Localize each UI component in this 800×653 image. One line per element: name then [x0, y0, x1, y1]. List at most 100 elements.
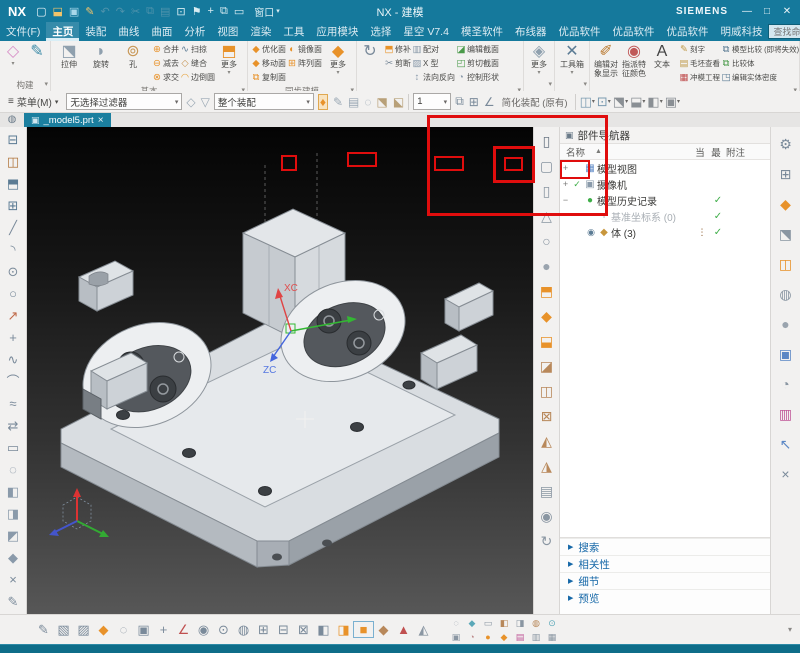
- subtract-feature-icon[interactable]: ⊟: [274, 622, 293, 638]
- point-line-icon[interactable]: ↗: [8, 305, 19, 327]
- tab-router[interactable]: 布线器: [509, 22, 553, 41]
- cylinder-tool-icon[interactable]: ▯: [543, 129, 551, 154]
- edit-object-display-button[interactable]: ✐ 编辑对象显示: [592, 42, 620, 78]
- show-hide-tool-icon[interactable]: ◉: [540, 504, 552, 529]
- column-note[interactable]: 附注: [724, 145, 770, 159]
- view-section-icon[interactable]: ▣: [134, 622, 153, 638]
- pattern-geometry-icon[interactable]: ▧: [54, 622, 73, 638]
- bridge-curve-icon[interactable]: ⌒: [6, 371, 19, 393]
- menu-button[interactable]: ≡ 菜单(M) ▾: [4, 93, 62, 110]
- cube-select2-icon[interactable]: ⬕: [393, 95, 404, 109]
- split-body-tool-icon[interactable]: ◫: [540, 379, 553, 404]
- orient-body-icon[interactable]: ◨: [334, 622, 353, 638]
- tree-row-model-views[interactable]: + ▦ 模型视图: [560, 160, 770, 176]
- cut-icon[interactable]: ✂: [131, 5, 140, 18]
- pattern-component-icon[interactable]: ⬒: [7, 173, 19, 195]
- new-file-icon[interactable]: ▢: [36, 5, 46, 18]
- mini-tool-1-icon[interactable]: ◌: [448, 616, 464, 630]
- expander-icon[interactable]: −: [560, 195, 571, 205]
- blank-view-button[interactable]: ▤ 毛坯查看: [678, 56, 720, 70]
- mini-tool-14-icon[interactable]: ▦: [544, 630, 560, 644]
- save-tool-icon[interactable]: ▤: [540, 479, 553, 504]
- command-assistant-icon[interactable]: ⚑: [192, 5, 202, 18]
- selection-scope-combo[interactable]: 整个装配 ▾: [214, 93, 314, 110]
- edge-blend-button[interactable]: ◠ 边倒圆: [179, 70, 215, 84]
- column-current[interactable]: 当: [692, 145, 708, 159]
- copy-icon[interactable]: ⧉: [146, 5, 154, 18]
- sweep-button[interactable]: ∿ 扫掠: [179, 42, 215, 56]
- ball-icon[interactable]: ●: [781, 309, 789, 339]
- pair-button[interactable]: ▥ 配对: [411, 42, 455, 56]
- pattern-face-button[interactable]: ⊞ 阵列面: [286, 56, 322, 70]
- tree-row-body[interactable]: ◉ ◆ 体 (3) ⋮ ✓: [560, 224, 770, 240]
- tab-xingkong[interactable]: 星空 V7.4: [397, 22, 455, 41]
- tab-youpin-1[interactable]: 优品软件: [552, 22, 606, 41]
- window-menu[interactable]: 窗口 ▾: [254, 4, 280, 19]
- assembly-icon[interactable]: ⊞: [780, 159, 792, 189]
- spline-icon[interactable]: ∿: [8, 349, 19, 371]
- mini-tool-3-icon[interactable]: ▭: [480, 616, 496, 630]
- touch-mode-icon[interactable]: +: [208, 5, 214, 17]
- active-selection-icon[interactable]: ■: [354, 622, 373, 637]
- edit-sketch-icon[interactable]: ✎: [34, 622, 53, 638]
- text-button[interactable]: A 文本: [648, 42, 676, 78]
- trim-body-tool-icon[interactable]: ◪: [540, 354, 553, 379]
- dialog-launcher-icon[interactable]: ▾: [548, 79, 552, 91]
- angle-snap-icon[interactable]: ∠: [484, 95, 495, 109]
- hole-button[interactable]: ⊚ 孔: [117, 42, 149, 70]
- save-icon[interactable]: ▣: [69, 5, 79, 18]
- intersect-button[interactable]: ⊗ 求交: [151, 70, 179, 84]
- settings-gear-icon[interactable]: ⚙: [779, 129, 792, 159]
- offset-curve-icon[interactable]: ≈: [9, 393, 16, 415]
- resource-icon[interactable]: ◍: [0, 113, 24, 127]
- snapshot-icon[interactable]: ▣ ▾: [665, 94, 680, 110]
- boolean-icon[interactable]: ◆: [94, 622, 113, 638]
- assembly-constraint-icon[interactable]: ◫: [7, 151, 19, 173]
- draft-analysis-icon[interactable]: ▲: [394, 622, 413, 637]
- add-component-icon[interactable]: ◆: [780, 189, 791, 219]
- subtract-tool-icon[interactable]: ◆: [541, 304, 552, 329]
- tab-youpin-3[interactable]: 优品软件: [660, 22, 714, 41]
- edit-section-button[interactable]: ◪ 编辑截面: [455, 42, 499, 56]
- control-shape-button[interactable]: ◔ 控制形状: [455, 70, 499, 84]
- mini-tool-2-icon[interactable]: ◆: [464, 616, 480, 630]
- interpolate-icon[interactable]: ✎: [333, 95, 343, 109]
- feature-gem-icon[interactable]: ◆: [374, 622, 393, 638]
- cad-model[interactable]: XC ZC: [27, 127, 533, 614]
- sketch-region-button[interactable]: ◇ ▾: [2, 42, 24, 67]
- compare-body-button[interactable]: ⧉ 比较体: [720, 56, 799, 70]
- ellipse-icon[interactable]: ○: [9, 283, 17, 305]
- circle-icon[interactable]: ⊙: [8, 261, 19, 283]
- cone-tool-icon[interactable]: △: [541, 204, 552, 229]
- toolbox2-icon[interactable]: ×: [781, 459, 789, 489]
- toolbox-button[interactable]: ✕ 工具箱 ▾: [557, 42, 587, 76]
- filter-funnel-icon[interactable]: ▽: [201, 95, 210, 109]
- tab-analysis[interactable]: 分析: [178, 22, 211, 41]
- datum-plane-icon[interactable]: ⊞: [8, 195, 19, 217]
- panel-dependencies[interactable]: ▶ 相关性: [560, 555, 770, 572]
- render-style-icon[interactable]: ◧ ▾: [647, 94, 662, 110]
- point-icon[interactable]: +: [9, 327, 17, 349]
- mini-tool-11-icon[interactable]: ◆: [496, 630, 512, 644]
- shaded-view-icon[interactable]: ⬔ ▾: [613, 94, 628, 110]
- tab-render[interactable]: 渲染: [244, 22, 277, 41]
- block-tool-icon[interactable]: ▢: [540, 154, 553, 179]
- constraint-icon[interactable]: ◫: [779, 249, 792, 279]
- tab-mingwei[interactable]: 明威科技: [714, 22, 768, 41]
- tab-application[interactable]: 应用模块: [310, 22, 364, 41]
- tab-tools[interactable]: 工具: [277, 22, 310, 41]
- die-engineering-button[interactable]: ▦ 冲模工程: [678, 70, 720, 84]
- mirror-geometry-icon[interactable]: ▨: [74, 622, 93, 638]
- circle-ref-icon[interactable]: ⊙: [214, 622, 233, 638]
- command-search[interactable]: [768, 24, 800, 39]
- window-icon[interactable]: ▭: [234, 5, 244, 18]
- mini-tool-4-icon[interactable]: ◧: [496, 616, 512, 630]
- sketch-button[interactable]: ✎: [26, 42, 48, 61]
- part-navigator-header[interactable]: ▣ 部件导航器: [560, 127, 770, 144]
- panel-details[interactable]: ▶ 细节: [560, 572, 770, 589]
- check-icon[interactable]: ◉: [585, 227, 597, 238]
- display-copy-icon[interactable]: ⧉: [220, 5, 228, 18]
- sketch-quick-icon[interactable]: ✎: [85, 5, 94, 18]
- panel-preview[interactable]: ▶ 预览: [560, 589, 770, 606]
- sphere-tool-icon[interactable]: ○: [542, 229, 550, 254]
